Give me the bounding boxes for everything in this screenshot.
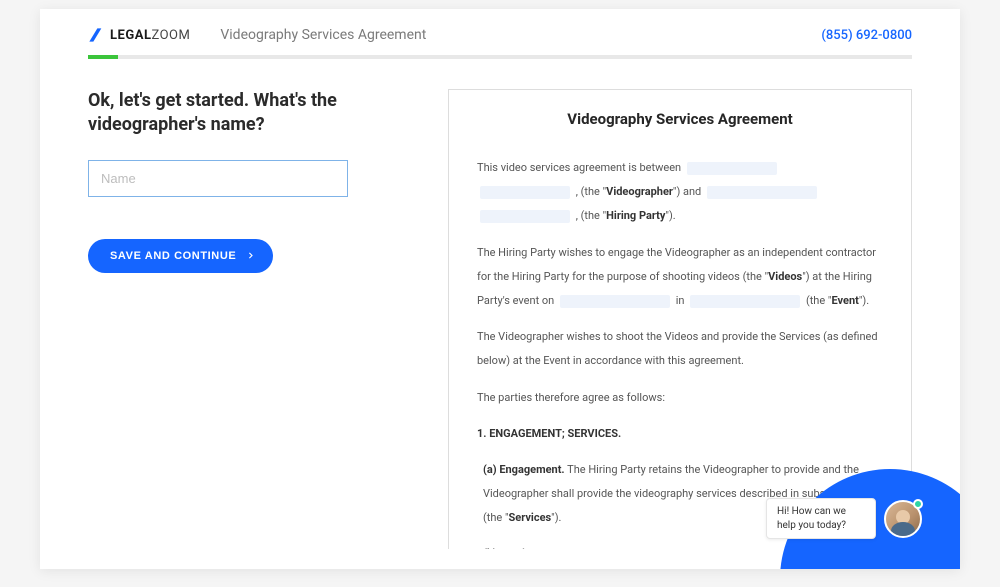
doc-p1: This video services agreement is between… xyxy=(477,156,883,229)
header-left: LEGALZOOM Videography Services Agreement xyxy=(88,27,426,43)
doc-s1-title: 1. ENGAGEMENT; SERVICES. xyxy=(477,427,621,440)
doc-term-hiring-party: Hiring Party xyxy=(606,209,665,222)
doc-p1d: , (the " xyxy=(576,209,606,222)
doc-p2: The Hiring Party wishes to engage the Vi… xyxy=(477,241,883,314)
progress-fill xyxy=(88,55,118,59)
doc-p3: The Videographer wishes to shoot the Vid… xyxy=(477,325,883,373)
header: LEGALZOOM Videography Services Agreement… xyxy=(40,9,960,55)
status-online-icon xyxy=(913,499,923,509)
doc-s1b-label: (b) Services. xyxy=(483,547,545,549)
doc-s1a-close: "). xyxy=(551,511,561,524)
logo-text: LEGALZOOM xyxy=(110,28,190,43)
name-input[interactable] xyxy=(88,160,348,197)
doc-term-services: Services xyxy=(509,511,552,524)
logo[interactable]: LEGALZOOM xyxy=(88,27,190,43)
doc-title: Videography Services Agreement xyxy=(477,110,883,128)
chat-widget[interactable]: Hi! How can we help you today? xyxy=(766,498,922,539)
blank-field xyxy=(687,162,777,175)
blank-field xyxy=(480,186,570,199)
doc-s1a-label: (a) Engagement. xyxy=(483,463,565,476)
doc-p2d: (the " xyxy=(806,294,832,307)
doc-p2e: "). xyxy=(859,294,869,307)
cta-label: SAVE AND CONTINUE xyxy=(110,250,236,262)
doc-term-event: Event xyxy=(831,294,858,307)
blank-field xyxy=(480,210,570,223)
form-pane: Ok, let's get started. What's the videog… xyxy=(88,89,428,549)
logo-icon xyxy=(88,27,104,43)
doc-p1b: , (the " xyxy=(576,185,606,198)
page-title: Videography Services Agreement xyxy=(220,27,426,43)
doc-section1-title: 1. ENGAGEMENT; SERVICES. xyxy=(477,422,883,446)
question-heading: Ok, let's get started. What's the videog… xyxy=(88,89,428,138)
doc-p1a: This video services agreement is between xyxy=(477,161,681,174)
doc-s1b-text: The Videographer shall: xyxy=(545,547,663,549)
doc-p1c: ") and xyxy=(673,185,701,198)
blank-field xyxy=(560,295,670,308)
logo-bold: LEGAL xyxy=(110,28,151,43)
progress-bar xyxy=(88,55,912,59)
doc-p2c: in xyxy=(676,294,685,307)
chat-avatar-wrap[interactable] xyxy=(884,500,922,538)
chevron-right-icon xyxy=(246,251,255,260)
body: Ok, let's get started. What's the videog… xyxy=(40,59,960,549)
blank-field xyxy=(707,186,817,199)
doc-term-videos: Videos xyxy=(768,270,802,283)
blank-field xyxy=(690,295,800,308)
doc-term-videographer: Videographer xyxy=(606,185,673,198)
doc-body: This video services agreement is between… xyxy=(477,156,883,549)
save-continue-button[interactable]: SAVE AND CONTINUE xyxy=(88,239,273,273)
chat-bubble: Hi! How can we help you today? xyxy=(766,498,876,539)
app-shell: LEGALZOOM Videography Services Agreement… xyxy=(40,9,960,569)
doc-p1e: "). xyxy=(665,209,675,222)
logo-light: ZOOM xyxy=(151,28,190,43)
doc-p4: The parties therefore agree as follows: xyxy=(477,386,883,410)
phone-link[interactable]: (855) 692-0800 xyxy=(821,28,912,43)
